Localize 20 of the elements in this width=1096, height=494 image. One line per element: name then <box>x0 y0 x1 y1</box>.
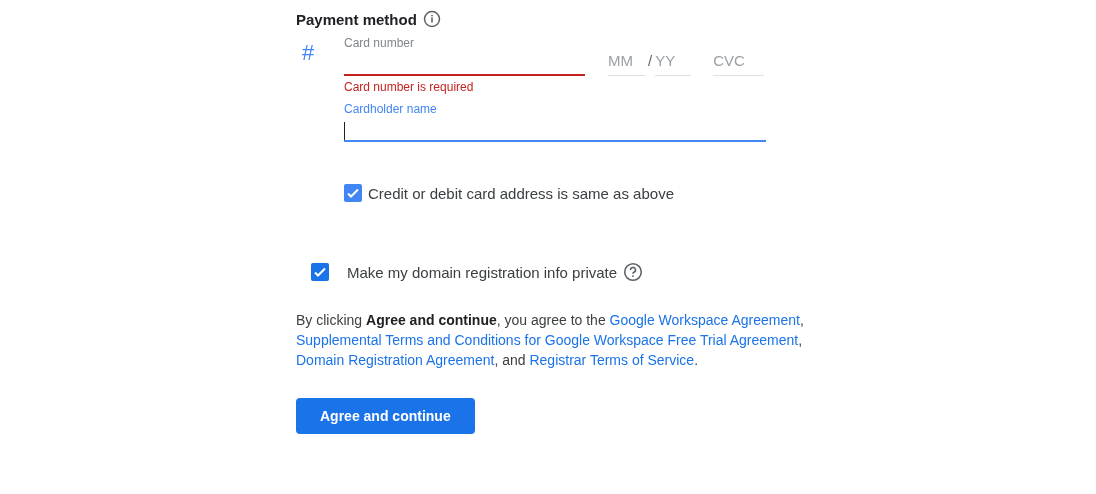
agreement-link[interactable]: Google Workspace Agreement <box>609 312 800 328</box>
input-field[interactable]: MM <box>608 45 645 76</box>
input-field[interactable]: YY <box>655 45 692 76</box>
field-label: Cardholder name <box>344 102 438 118</box>
help-icon[interactable] <box>623 262 644 282</box>
input-field[interactable]: CVC <box>713 45 765 76</box>
checkbox-label: Make my domain registration info private <box>347 263 618 281</box>
checkbox[interactable] <box>344 184 362 202</box>
text-cursor <box>344 122 345 140</box>
checkbox[interactable] <box>311 263 329 281</box>
error-message: Card number is required <box>344 80 475 94</box>
agreement-link[interactable]: Registrar Terms of Service <box>529 352 695 368</box>
card-number-icon: # <box>296 40 344 66</box>
info-icon[interactable] <box>422 10 441 28</box>
agree-button[interactable]: Agree and continue <box>296 398 475 434</box>
section-title: Payment method <box>296 10 417 28</box>
separator-text: / <box>648 51 653 71</box>
checkbox-label: Credit or debit card address is same as above <box>368 184 674 202</box>
field-label: Card number <box>344 36 416 52</box>
agreement-text: By clicking Agree and continue, you agree to the Google Workspace Agreement, Supplemental Terms and Conditions for Google Workspace Free Trial Agreement, Domain Registration Agreement, and Registrar Terms of Service. <box>296 311 805 370</box>
